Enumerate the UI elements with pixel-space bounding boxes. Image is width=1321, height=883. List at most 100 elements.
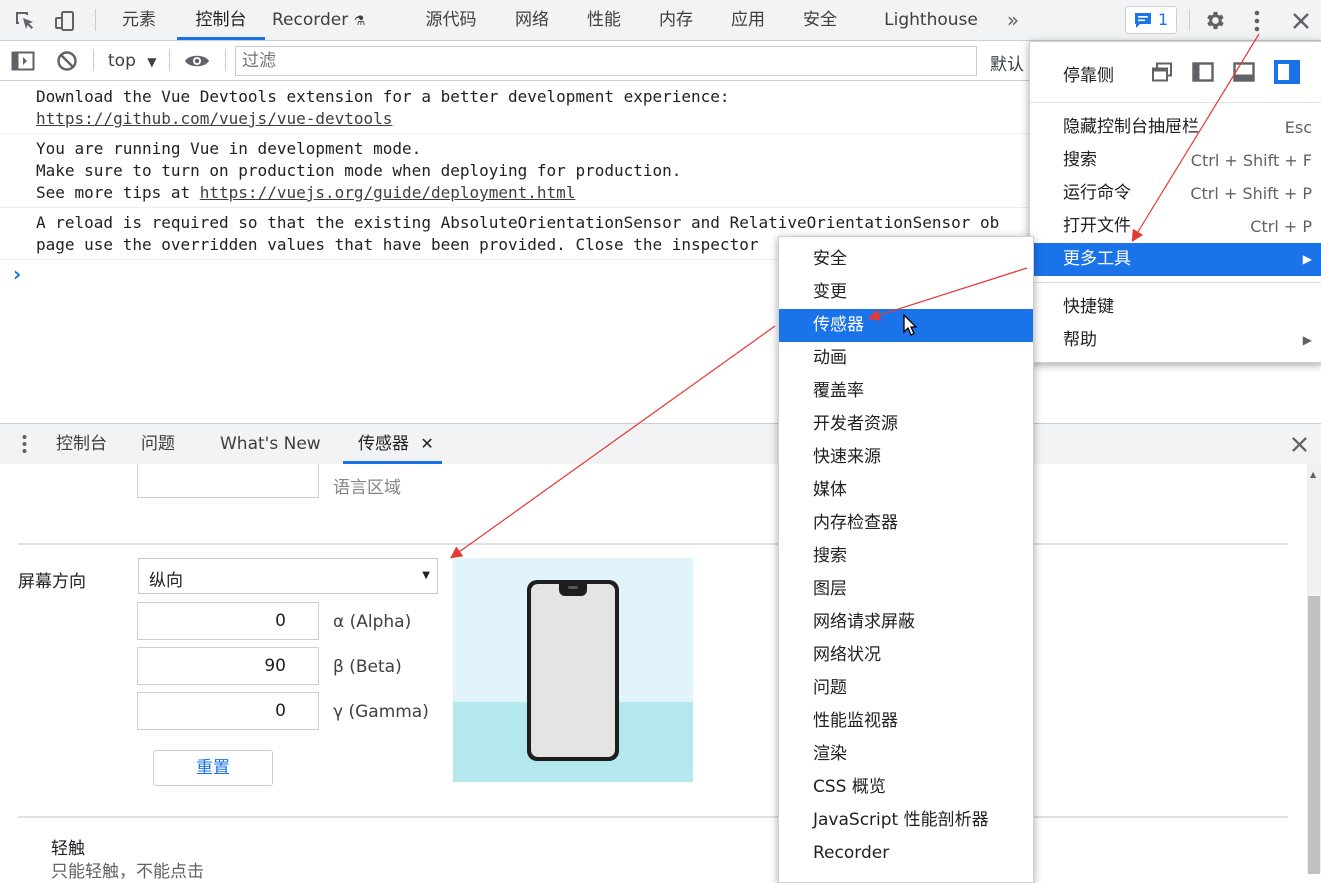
tab-elements[interactable]: 元素	[108, 0, 170, 40]
gamma-input[interactable]: 0	[137, 692, 319, 730]
menu-item-label: 打开文件	[1063, 216, 1131, 236]
settings-gear-icon[interactable]	[1201, 7, 1228, 34]
dock-left-icon[interactable]	[1192, 62, 1214, 82]
sidebar-toggle-icon[interactable]	[10, 48, 36, 74]
tool-performance-monitor[interactable]: 性能监视器	[779, 705, 1033, 738]
menu-item-search[interactable]: 搜索 Ctrl + Shift + F	[1030, 144, 1321, 177]
scroll-up-icon[interactable]: ▲	[1310, 470, 1316, 479]
menu-item-label: 快速来源	[813, 447, 881, 467]
clear-console-icon[interactable]	[54, 48, 80, 74]
vue-devtools-link[interactable]: https://github.com/vuejs/vue-devtools	[36, 109, 392, 128]
beta-input[interactable]: 90	[137, 647, 319, 685]
tab-recorder[interactable]: Recorder ⚗	[272, 0, 365, 40]
tab-network[interactable]: 网络	[502, 0, 562, 40]
drawer-tab-console[interactable]: 控制台	[56, 424, 107, 464]
close-drawer-icon[interactable]	[1288, 433, 1310, 455]
drawer-tab-whats-new[interactable]: What's New	[220, 424, 321, 464]
scrollbar-thumb[interactable]	[1308, 596, 1320, 874]
close-devtools-icon[interactable]	[1288, 8, 1314, 34]
kebab-menu-icon[interactable]	[1246, 7, 1268, 34]
tab-lighthouse[interactable]: Lighthouse	[876, 0, 986, 40]
devtools-main-toolbar: 元素 控制台 Recorder ⚗ 源代码 网络 性能 内存 应用 安全 Lig…	[0, 0, 1321, 41]
locale-input[interactable]	[137, 464, 319, 498]
alpha-input[interactable]: 0	[137, 602, 319, 640]
menu-item-label: 渲染	[813, 744, 847, 764]
menu-item-label: 媒体	[813, 480, 847, 500]
tool-css-overview[interactable]: CSS 概览	[779, 771, 1033, 804]
drawer-tab-issues[interactable]: 问题	[141, 424, 175, 464]
tool-quick-source[interactable]: 快速来源	[779, 441, 1033, 474]
menu-item-label: 搜索	[1063, 150, 1097, 170]
issues-count: 1	[1158, 10, 1169, 29]
tool-issues[interactable]: 问题	[779, 672, 1033, 705]
tool-search[interactable]: 搜索	[779, 540, 1033, 573]
tool-layers[interactable]: 图层	[779, 573, 1033, 606]
message-divider	[0, 207, 1030, 208]
reset-orientation-button[interactable]: 重置	[153, 750, 273, 786]
menu-item-label: 安全	[813, 249, 847, 269]
tool-network-conditions[interactable]: 网络状况	[779, 639, 1033, 672]
console-filter-input[interactable]	[235, 46, 977, 76]
tool-recorder[interactable]: Recorder	[779, 837, 1033, 870]
tab-security[interactable]: 安全	[790, 0, 850, 40]
menu-item-label: 变更	[813, 282, 847, 302]
tab-console[interactable]: 控制台	[177, 0, 265, 40]
tool-js-profiler[interactable]: JavaScript 性能剖析器	[779, 804, 1033, 837]
log-levels-dropdown[interactable]: 默认	[990, 50, 1024, 75]
beta-label: β (Beta)	[333, 657, 402, 677]
live-expression-eye-icon[interactable]	[183, 49, 211, 73]
menu-item-label: 搜索	[813, 546, 847, 566]
sensors-scrollbar[interactable]: ▲	[1307, 464, 1321, 874]
message-text: A reload is required so that the existin…	[36, 213, 1000, 232]
undock-icon[interactable]	[1151, 62, 1173, 82]
tool-changes[interactable]: 变更	[779, 276, 1033, 309]
dock-bottom-icon[interactable]	[1233, 62, 1255, 82]
deployment-guide-link[interactable]: https://vuejs.org/guide/deployment.html	[200, 183, 576, 202]
drawer-tab-sensors[interactable]: 传感器 ✕	[343, 424, 442, 464]
tool-network-request-blocking[interactable]: 网络请求屏蔽	[779, 606, 1033, 639]
dock-side-label: 停靠侧	[1063, 66, 1114, 86]
context-selector[interactable]: top ▼	[108, 50, 157, 72]
tab-application[interactable]: 应用	[718, 0, 778, 40]
tab-memory[interactable]: 内存	[646, 0, 706, 40]
tool-coverage[interactable]: 覆盖率	[779, 375, 1033, 408]
tab-performance[interactable]: 性能	[574, 0, 634, 40]
context-value: top	[108, 51, 136, 71]
tool-media[interactable]: 媒体	[779, 474, 1033, 507]
menu-item-shortcuts[interactable]: 快捷键	[1030, 291, 1321, 324]
menu-item-label: 快捷键	[1063, 297, 1114, 317]
touch-title: 轻触	[51, 839, 85, 859]
message-text: Make sure to turn on production mode whe…	[36, 161, 682, 180]
console-message-vue-devtools: Download the Vue Devtools extension for …	[36, 86, 730, 130]
inspect-element-icon[interactable]	[12, 8, 38, 34]
menu-item-open-file[interactable]: 打开文件 Ctrl + P	[1030, 210, 1321, 243]
issues-badge-button[interactable]: 1	[1125, 6, 1177, 34]
dock-right-icon[interactable]	[1274, 60, 1300, 84]
message-divider	[0, 133, 1030, 134]
tool-memory-inspector[interactable]: 内存检查器	[779, 507, 1033, 540]
menu-item-more-tools[interactable]: 更多工具 ▶	[1030, 243, 1321, 276]
more-tabs-chevron-icon[interactable]: »	[1000, 8, 1026, 32]
gamma-label: γ (Gamma)	[333, 702, 429, 722]
tab-sources[interactable]: 源代码	[412, 0, 490, 40]
tool-developer-resources[interactable]: 开发者资源	[779, 408, 1033, 441]
drawer-more-icon[interactable]	[16, 432, 32, 456]
tool-animations[interactable]: 动画	[779, 342, 1033, 375]
menu-item-label: 网络请求屏蔽	[813, 612, 915, 632]
section-divider	[18, 543, 1288, 545]
touch-description: 只能轻触，不能点击	[51, 862, 204, 882]
console-prompt-icon[interactable]: ›	[13, 262, 21, 286]
close-tab-icon[interactable]: ✕	[420, 434, 433, 453]
device-toolbar-icon[interactable]	[52, 8, 78, 34]
tool-rendering[interactable]: 渲染	[779, 738, 1033, 771]
orientation-select[interactable]: 纵向 ▼	[138, 558, 438, 594]
menu-item-run-command[interactable]: 运行命令 Ctrl + Shift + P	[1030, 177, 1321, 210]
menu-item-shortcut: Ctrl + Shift + F	[1190, 151, 1312, 170]
menu-item-help[interactable]: 帮助 ▶	[1030, 324, 1321, 357]
menu-item-hide-drawer[interactable]: 隐藏控制台抽屉栏 Esc	[1030, 111, 1321, 144]
menu-item-shortcut: Esc	[1284, 118, 1312, 137]
drawer-tab-bar: 控制台 问题 What's New 传感器 ✕	[0, 423, 1321, 465]
select-arrow-icon: ▼	[422, 570, 430, 581]
tool-security[interactable]: 安全	[779, 243, 1033, 276]
devtools-main-menu: 停靠侧 隐藏控制台抽屉栏 Esc 搜索 Ctrl + Shift + F 运行命令 C…	[1029, 41, 1321, 363]
